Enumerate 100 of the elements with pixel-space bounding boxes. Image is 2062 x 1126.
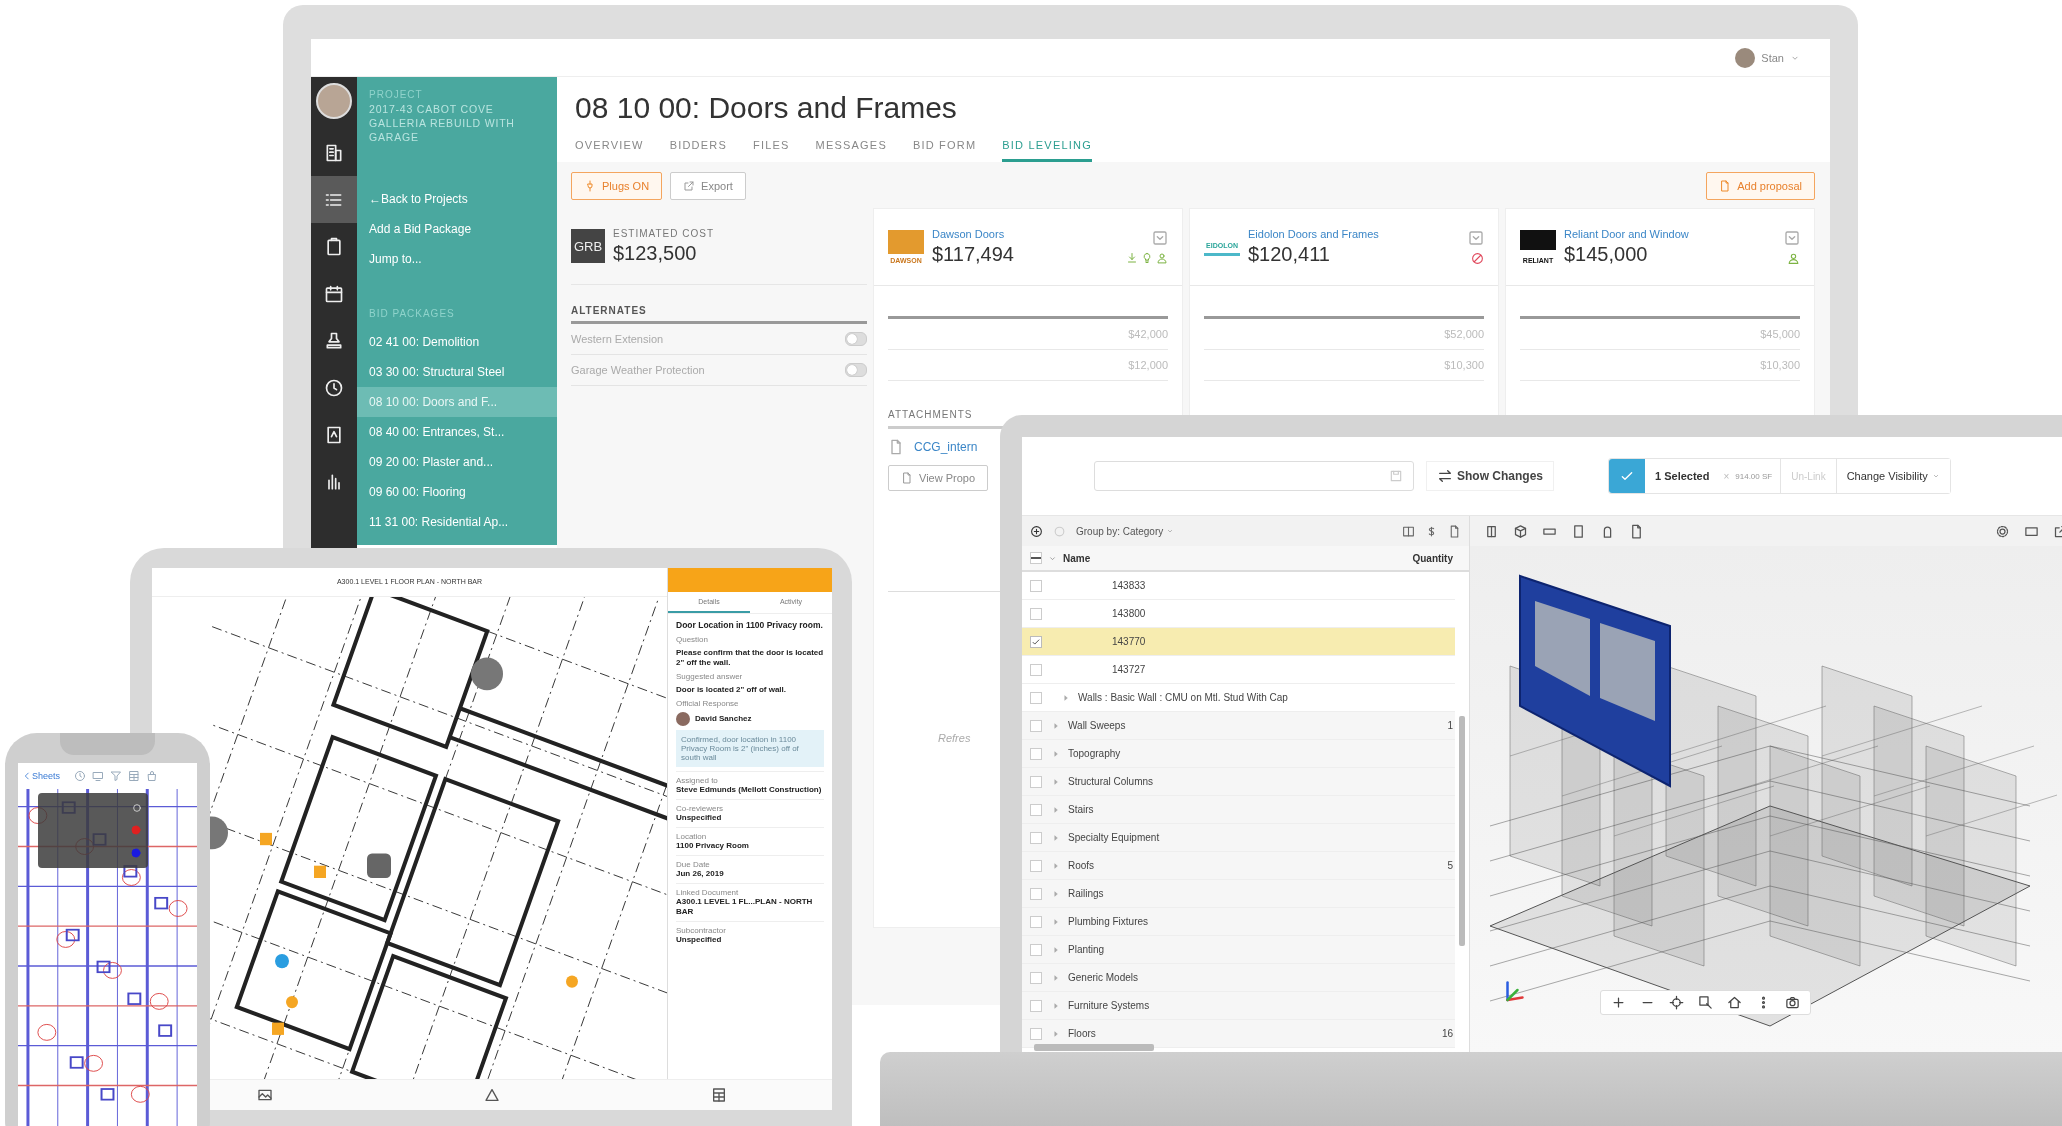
circle-icon[interactable]: [1053, 524, 1066, 538]
list-row[interactable]: Wall Sweeps 1: [1022, 712, 1455, 740]
checkbox[interactable]: [1030, 775, 1042, 788]
user-name[interactable]: Stan: [1761, 51, 1784, 64]
tab[interactable]: MESSAGES: [815, 135, 887, 162]
expand-arrow-icon[interactable]: [1052, 721, 1060, 730]
bag-icon[interactable]: [146, 770, 159, 782]
back-link[interactable]: Sheets: [22, 771, 61, 781]
checkbox[interactable]: [1030, 691, 1042, 704]
target-icon[interactable]: [1669, 995, 1684, 1010]
list-row[interactable]: Furniture Systems: [1022, 992, 1455, 1020]
expand-arrow-icon[interactable]: [1052, 917, 1060, 926]
dropdown-icon[interactable]: [1784, 229, 1800, 246]
list-row[interactable]: Planting: [1022, 936, 1455, 964]
tab[interactable]: FILES: [753, 135, 790, 162]
checkbox[interactable]: [1030, 831, 1042, 844]
group-by-dropdown[interactable]: Group by: Category: [1076, 525, 1175, 537]
tab[interactable]: BID FORM: [912, 135, 977, 162]
select-button[interactable]: [1609, 459, 1645, 493]
checkbox[interactable]: [1030, 915, 1042, 928]
list-row[interactable]: Specialty Equipment: [1022, 824, 1455, 852]
filter-icon[interactable]: [110, 770, 123, 782]
plugs-button[interactable]: Plugs ON: [571, 172, 663, 200]
checkbox[interactable]: [1030, 552, 1042, 564]
list-row[interactable]: Stairs: [1022, 796, 1455, 824]
expand-arrow-icon[interactable]: [1062, 693, 1070, 702]
bid-package-item[interactable]: 03 30 00: Structural Steel: [357, 357, 557, 387]
bid-package-item[interactable]: 02 41 00: Demolition: [357, 327, 557, 357]
table-icon[interactable]: [710, 1087, 727, 1103]
avatar[interactable]: [316, 83, 352, 119]
toggle-switch[interactable]: [845, 332, 867, 346]
camera-icon[interactable]: [1785, 995, 1800, 1010]
list-row[interactable]: Structural Columns: [1022, 768, 1455, 796]
bid-package-item[interactable]: 09 20 00: Plaster and...: [357, 447, 557, 477]
checkbox[interactable]: [1030, 971, 1042, 984]
bid-package-item[interactable]: 11 31 00: Residential Ap...: [357, 507, 557, 537]
bidder-link[interactable]: Dawson Doors: [932, 228, 1118, 240]
column-header[interactable]: Name: [1063, 552, 1407, 564]
expand-arrow-icon[interactable]: [1052, 833, 1060, 842]
search-field[interactable]: [1094, 461, 1414, 491]
dropdown-icon[interactable]: [1468, 229, 1484, 246]
bid-package-item[interactable]: 08 40 00: Entrances, St...: [357, 417, 557, 447]
checkbox[interactable]: [1030, 663, 1042, 676]
checkbox[interactable]: [1030, 607, 1042, 620]
checkbox[interactable]: [1030, 999, 1042, 1012]
grid-icon[interactable]: [128, 770, 141, 782]
export-button[interactable]: Export: [670, 172, 746, 200]
bid-package-item[interactable]: 09 60 00: Flooring: [357, 477, 557, 507]
expand-arrow-icon[interactable]: [1052, 805, 1060, 814]
scrollbar[interactable]: [1459, 716, 1465, 946]
toggle-switch[interactable]: [845, 363, 867, 377]
dropdown-icon[interactable]: [1152, 230, 1168, 246]
expand-arrow-icon[interactable]: [1052, 973, 1060, 982]
list-row[interactable]: Floors 16: [1022, 1020, 1455, 1048]
list-row[interactable]: Generic Models: [1022, 964, 1455, 992]
checkbox[interactable]: [1030, 859, 1042, 872]
sidebar-link[interactable]: Jump to...: [357, 244, 422, 274]
triangle-icon[interactable]: [484, 1087, 500, 1103]
cubes-icon[interactable]: [1513, 523, 1528, 539]
checkbox[interactable]: [1030, 579, 1042, 592]
zoom-window-icon[interactable]: [1698, 995, 1713, 1010]
bidder-link[interactable]: Eidolon Doors and Frames: [1248, 228, 1460, 240]
expand-arrow-icon[interactable]: [1052, 777, 1060, 786]
checkbox[interactable]: [1030, 747, 1042, 760]
image-icon[interactable]: [257, 1087, 274, 1103]
add-proposal-button[interactable]: Add proposal: [1706, 172, 1815, 200]
zoom-in-icon[interactable]: [1611, 995, 1626, 1010]
list-row[interactable]: Plumbing Fixtures: [1022, 908, 1455, 936]
bidder-link[interactable]: Reliant Door and Window: [1564, 228, 1776, 240]
list-row[interactable]: Topography: [1022, 740, 1455, 768]
attachment-link[interactable]: CCG_intern: [914, 440, 978, 454]
tab[interactable]: BIDDERS: [669, 135, 727, 162]
document-icon[interactable]: [1629, 523, 1644, 539]
sidebar-link[interactable]: Add a Bid Package: [357, 214, 472, 244]
change-visibility-button[interactable]: Change Visibility: [1835, 459, 1950, 493]
add-icon[interactable]: [1030, 524, 1043, 538]
expand-arrow-icon[interactable]: [1052, 945, 1060, 954]
sidebar-link[interactable]: ←Back to Projects: [357, 184, 468, 214]
document-icon[interactable]: [1448, 524, 1461, 538]
list-row[interactable]: Roofs 5: [1022, 852, 1455, 880]
window-icon[interactable]: [92, 770, 105, 782]
columns-icon[interactable]: [1402, 524, 1415, 538]
expand-arrow-icon[interactable]: [1052, 749, 1060, 758]
door-icon[interactable]: [1571, 523, 1586, 539]
column-header[interactable]: Quantity: [1412, 552, 1453, 564]
list-row[interactable]: Railings: [1022, 880, 1455, 908]
expand-arrow-icon[interactable]: [1052, 861, 1060, 870]
scrollbar[interactable]: [1034, 1044, 1154, 1051]
checkbox[interactable]: [1030, 943, 1042, 956]
clock-icon[interactable]: [74, 770, 87, 782]
section-box-icon[interactable]: [1484, 523, 1499, 539]
expand-arrow-icon[interactable]: [1052, 889, 1060, 898]
checkbox[interactable]: [1030, 719, 1042, 732]
view-proposal-button[interactable]: View Propo: [888, 465, 989, 491]
checkbox[interactable]: [1030, 635, 1042, 648]
tab[interactable]: OVERVIEW: [575, 135, 644, 162]
checkbox[interactable]: [1030, 887, 1042, 900]
home-icon[interactable]: [1727, 995, 1742, 1010]
checkbox[interactable]: [1030, 1027, 1042, 1040]
expand-arrow-icon[interactable]: [1052, 1001, 1060, 1010]
